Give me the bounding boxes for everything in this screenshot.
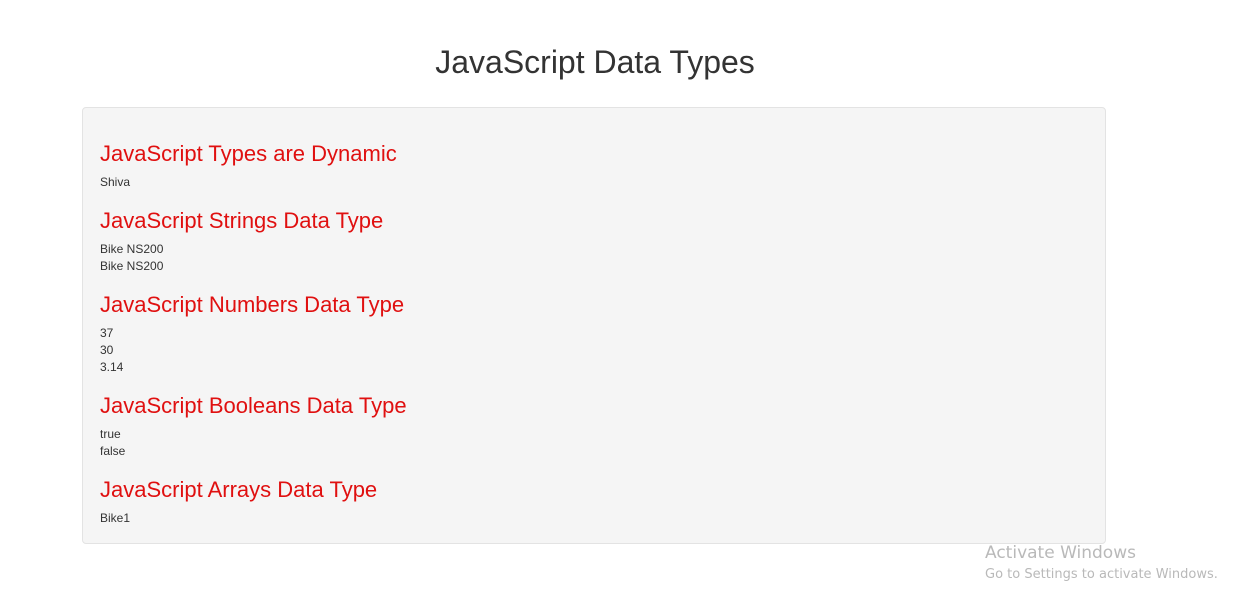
activation-watermark: Activate Windows Go to Settings to activ… <box>985 542 1218 585</box>
output-panel: JavaScript Types are Dynamic Shiva JavaS… <box>82 107 1106 544</box>
output-line: false <box>100 444 126 458</box>
output-line: Bike NS200 <box>100 259 164 273</box>
output-line: Bike1 <box>100 511 131 525</box>
section-output: true false <box>100 426 1088 460</box>
section-title: JavaScript Arrays Data Type <box>100 477 378 502</box>
output-line: 30 <box>100 343 114 357</box>
section-numbers: JavaScript Numbers Data Type 37 30 3.14 <box>100 289 1088 376</box>
section-title: JavaScript Booleans Data Type <box>100 393 407 418</box>
section-strings: JavaScript Strings Data Type Bike NS200 … <box>100 205 1088 275</box>
section-output: Shiva <box>100 174 1088 191</box>
output-line: Bike NS200 <box>100 242 164 256</box>
section-dynamic-types: JavaScript Types are Dynamic Shiva <box>100 138 1088 191</box>
section-arrays: JavaScript Arrays Data Type Bike1 <box>100 474 1088 527</box>
watermark-title: Activate Windows <box>985 543 1136 563</box>
section-title: JavaScript Types are Dynamic <box>100 141 397 166</box>
section-title: JavaScript Strings Data Type <box>100 208 384 233</box>
output-line: true <box>100 427 121 441</box>
section-booleans: JavaScript Booleans Data Type true false <box>100 390 1088 460</box>
output-line: 3.14 <box>100 360 124 374</box>
output-line: Shiva <box>100 175 131 189</box>
page-title: JavaScript Data Types <box>435 44 755 80</box>
watermark-subtitle: Go to Settings to activate Windows. <box>985 567 1218 582</box>
section-output: Bike NS200 Bike NS200 <box>100 241 1088 275</box>
section-title: JavaScript Numbers Data Type <box>100 292 405 317</box>
section-output: 37 30 3.14 <box>100 325 1088 376</box>
section-output: Bike1 <box>100 510 1088 527</box>
output-line: 37 <box>100 326 114 340</box>
